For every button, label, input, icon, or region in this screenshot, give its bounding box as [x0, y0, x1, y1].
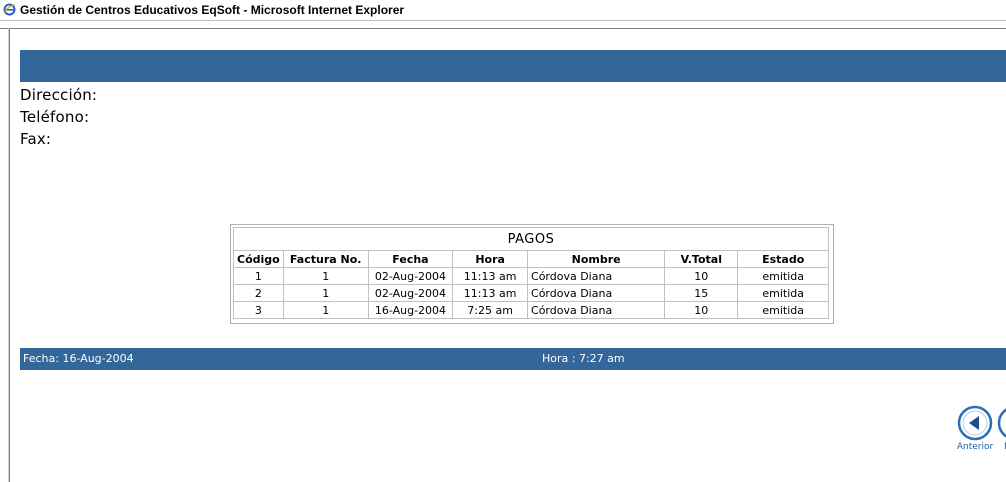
arrow-left-icon	[957, 405, 993, 441]
cell-hora: 11:13 am	[452, 267, 529, 285]
cell-nombre: Córdova Diana	[527, 284, 666, 302]
anterior-button[interactable]: Anterior	[955, 405, 995, 461]
table-header-row: Código Factura No. Fecha Hora Nombre V.T…	[233, 250, 829, 268]
circle-nav-icon	[997, 408, 1006, 438]
pagos-table: PAGOS Código Factura No. Fecha Hora Nomb…	[233, 227, 829, 319]
column-header: Código	[233, 250, 284, 268]
cell-codigo: 3	[233, 301, 284, 319]
window-title: Gestión de Centros Educativos EqSoft - M…	[20, 3, 405, 17]
window-frame	[0, 21, 1006, 29]
cell-factura: 1	[282, 284, 369, 302]
cell-vtotal: 10	[664, 301, 739, 319]
fax-label: Fax:	[20, 130, 52, 148]
telefono-label: Teléfono:	[20, 108, 90, 126]
header-band	[20, 50, 1006, 82]
cell-fecha: 02-Aug-2004	[367, 284, 454, 302]
footer-hora: Hora : 7:27 am	[542, 352, 625, 365]
footer-band: Fecha: 16-Aug-2004 Hora : 7:27 am	[20, 348, 1006, 370]
footer-fecha: Fecha: 16-Aug-2004	[23, 352, 134, 365]
table-title: PAGOS	[233, 227, 829, 251]
table-row: 1 1 02-Aug-2004 11:13 am Córdova Diana 1…	[233, 267, 829, 285]
column-header: V.Total	[664, 250, 739, 268]
cell-hora: 11:13 am	[452, 284, 529, 302]
column-header: Nombre	[527, 250, 666, 268]
anterior-label: Anterior	[956, 442, 994, 452]
direccion-label: Dirección:	[20, 86, 98, 104]
cell-fecha: 02-Aug-2004	[367, 267, 454, 285]
cell-nombre: Córdova Diana	[527, 301, 666, 319]
column-header: Factura No.	[282, 250, 369, 268]
table-row: 3 1 16-Aug-2004 7:25 am Córdova Diana 10…	[233, 301, 829, 319]
next-label-partial: I	[1004, 442, 1006, 452]
cell-estado: emitida	[737, 267, 829, 285]
cell-factura: 1	[282, 301, 369, 319]
table-row: 2 1 02-Aug-2004 11:13 am Córdova Diana 1…	[233, 284, 829, 302]
pagos-table-container: PAGOS Código Factura No. Fecha Hora Nomb…	[230, 224, 834, 324]
cell-vtotal: 10	[664, 267, 739, 285]
cell-estado: emitida	[737, 284, 829, 302]
cell-vtotal: 15	[664, 284, 739, 302]
cell-codigo: 1	[233, 267, 284, 285]
cell-nombre: Córdova Diana	[527, 267, 666, 285]
column-header: Hora	[452, 250, 529, 268]
cell-factura: 1	[282, 267, 369, 285]
cell-hora: 7:25 am	[452, 301, 529, 319]
next-button-partial[interactable]: I	[997, 405, 1006, 461]
column-header: Estado	[737, 250, 829, 268]
cell-estado: emitida	[737, 301, 829, 319]
cell-codigo: 2	[233, 284, 284, 302]
frame-border	[9, 28, 10, 482]
column-header: Fecha	[367, 250, 454, 268]
cell-fecha: 16-Aug-2004	[367, 301, 454, 319]
window-titlebar: Gestión de Centros Educativos EqSoft - M…	[0, 0, 1006, 21]
ie-icon[interactable]	[3, 3, 16, 16]
